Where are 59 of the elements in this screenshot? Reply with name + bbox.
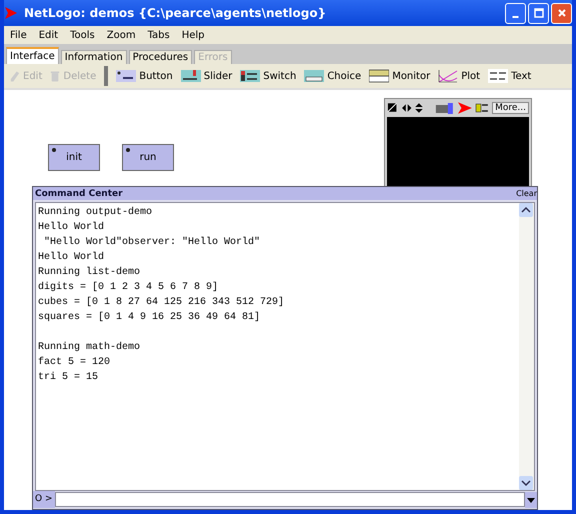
menu-item[interactable]: Edit — [34, 30, 62, 40]
tab[interactable]: Interface — [6, 47, 59, 64]
output-line: cubes = [0 1 8 27 64 125 216 343 512 729] — [38, 296, 286, 310]
pencil-icon — [10, 70, 20, 82]
menu-item[interactable]: File — [6, 30, 31, 40]
more-button[interactable]: More... — [492, 102, 529, 114]
maximize-button[interactable] — [528, 2, 549, 24]
output-line: Running list-demo — [38, 266, 142, 280]
button-widget-icon — [116, 69, 136, 83]
switch-widget-button[interactable]: Switch — [240, 69, 296, 83]
output-line: Hello World — [38, 250, 106, 265]
on-off-toggle-icon — [475, 101, 490, 115]
close-icon — [556, 8, 566, 18]
choice-widget-button[interactable]: Choice — [304, 69, 362, 83]
monitor-widget-button[interactable]: Monitor — [369, 69, 430, 83]
text-widget-icon — [488, 69, 508, 83]
choice-widget-icon — [304, 69, 324, 83]
menu-item[interactable]: Tabs — [144, 30, 174, 40]
tab[interactable]: Procedures — [128, 50, 192, 64]
command-input[interactable] — [54, 492, 525, 507]
output-line: Running output-demo — [38, 206, 154, 220]
text-widget-button[interactable]: Text — [488, 69, 532, 83]
speed-slider-icon — [434, 102, 456, 114]
window-title: NetLogo: demos {C:\pearce\agents\netlogo} — [24, 6, 328, 20]
scroll-down-icon[interactable] — [519, 476, 533, 490]
switch-widget-icon — [240, 69, 260, 83]
monitor-widget-icon — [369, 69, 390, 83]
arrow-icon — [458, 101, 472, 115]
menu-item[interactable]: Tools — [66, 30, 99, 40]
prompt-label: O > — [33, 491, 54, 508]
view-arrows-icon — [387, 102, 425, 114]
menu-item[interactable]: Help — [178, 30, 209, 40]
tab[interactable]: Information — [60, 50, 127, 64]
slider-widget-button[interactable]: Slider — [180, 69, 232, 83]
clear-button[interactable]: Clear — [516, 189, 537, 198]
panel-title: Command Center — [34, 188, 123, 198]
close-button[interactable] — [551, 2, 572, 24]
scroll-up-icon[interactable] — [519, 203, 533, 217]
output-line: digits = [0 1 2 3 4 5 6 7 8 9] — [38, 280, 220, 295]
minimize-icon — [512, 16, 519, 18]
output-line: "Hello World"observer: "Hello World" — [43, 236, 262, 250]
dropdown-icon[interactable] — [525, 492, 537, 508]
menu-item[interactable]: Zoom — [102, 30, 140, 40]
plot-widget-icon — [438, 69, 458, 83]
button-widget-button[interactable]: Button — [116, 69, 173, 83]
maximize-icon — [534, 8, 544, 18]
plot-widget-button[interactable]: Plot — [438, 69, 480, 83]
arrow-logo-icon — [4, 6, 18, 20]
output-line: fact 5 = 120 — [38, 356, 112, 370]
model-button[interactable]: run — [122, 144, 174, 171]
trash-icon — [50, 70, 60, 82]
scrollbar[interactable] — [519, 203, 534, 490]
output-line: Hello World — [38, 220, 106, 235]
slider-widget-icon — [180, 69, 201, 83]
output-line: squares = [0 1 4 9 16 25 36 49 64 81] — [38, 310, 262, 325]
minimize-button[interactable] — [505, 2, 526, 24]
output-line: tri 5 = 15 — [38, 370, 100, 385]
output-line: Running math-demo — [38, 340, 142, 355]
model-button[interactable]: init — [48, 144, 100, 171]
